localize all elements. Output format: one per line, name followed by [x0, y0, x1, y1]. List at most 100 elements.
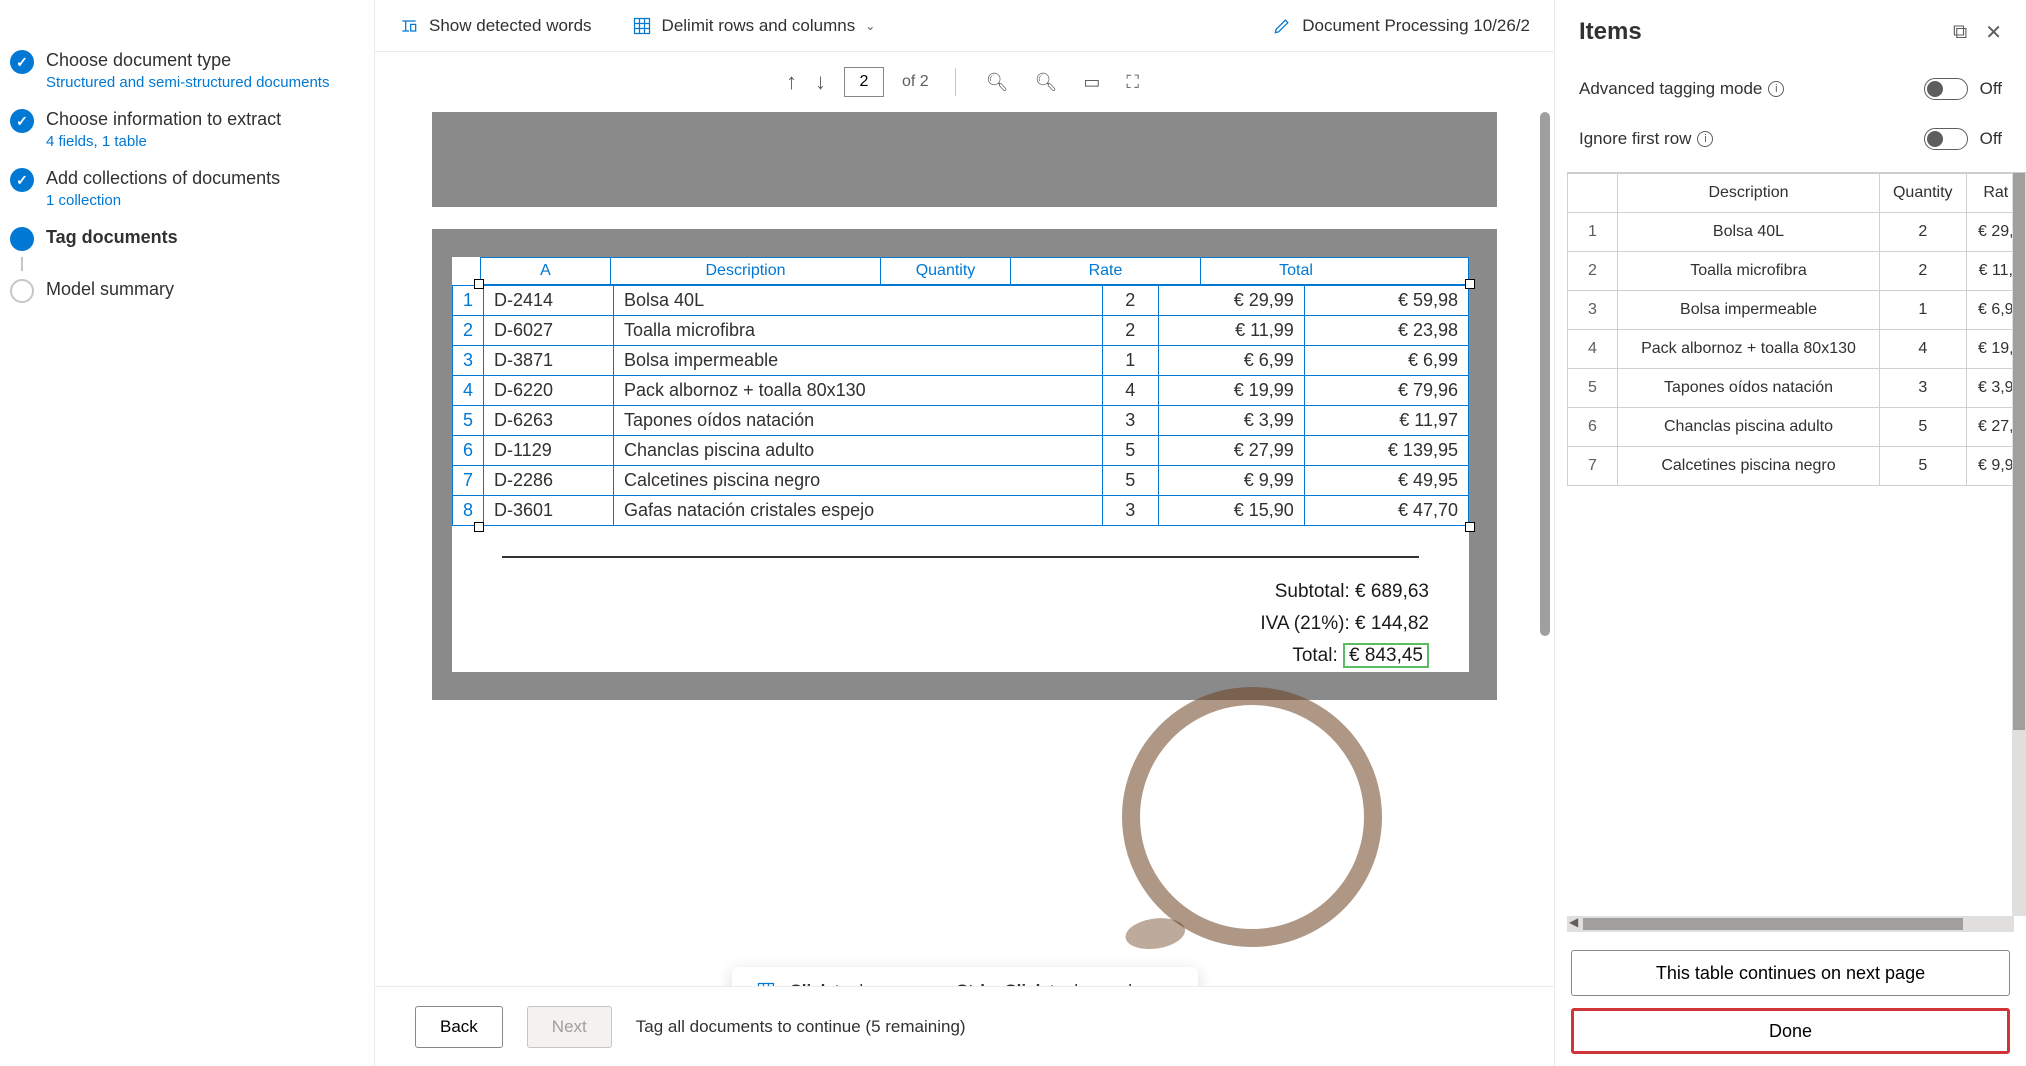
cell-total: € 23,98 — [1304, 316, 1468, 346]
table-row[interactable]: 5D-6263Tapones oídos natación3€ 3,99€ 11… — [453, 406, 1469, 436]
toggle-state: Off — [1980, 79, 2002, 99]
col-header[interactable]: Description — [1618, 174, 1880, 213]
popout-icon[interactable]: ⧉ — [1953, 21, 1967, 44]
cell-description: Toalla microfibra — [614, 316, 1103, 346]
cell-qty: 5 — [1879, 447, 1966, 486]
cell-description: Toalla microfibra — [1618, 252, 1880, 291]
col-header[interactable] — [1568, 174, 1618, 213]
nav-sub: 4 fields, 1 table — [46, 133, 354, 150]
ignore-first-row-toggle-row: Ignore first row i Off — [1555, 114, 2026, 164]
cell-qty: 5 — [1102, 436, 1158, 466]
horizontal-scrollbar[interactable] — [1567, 916, 2014, 932]
document-name-button[interactable]: Document Processing 10/26/2 — [1272, 16, 1530, 36]
fit-page-icon[interactable]: ⛶ — [1126, 72, 1139, 93]
back-button[interactable]: Back — [415, 1006, 503, 1048]
info-icon[interactable]: i — [1768, 81, 1784, 97]
table-row[interactable]: 3Bolsa impermeable1€ 6,9 — [1568, 291, 2026, 330]
nav-step-document-type[interactable]: Choose document type Structured and semi… — [10, 40, 354, 99]
cell-code: D-6027 — [484, 316, 614, 346]
row-number[interactable]: 2 — [453, 316, 484, 346]
col-header[interactable]: A — [481, 258, 611, 284]
cell-qty: 2 — [1102, 316, 1158, 346]
col-header[interactable]: Description — [611, 258, 881, 284]
page-down-arrow-icon[interactable]: ↓ — [815, 69, 826, 95]
table-row[interactable]: 7D-2286Calcetines piscina negro5€ 9,99€ … — [453, 466, 1469, 496]
nav-sub: Structured and semi-structured documents — [46, 74, 354, 91]
row-number[interactable]: 5 — [453, 406, 484, 436]
table-row[interactable]: 5Tapones oídos natación3€ 3,9 — [1568, 369, 2026, 408]
page-up-arrow-icon[interactable]: ↑ — [786, 69, 797, 95]
panel-title: Items — [1579, 18, 1935, 46]
cell-description: Chanclas piscina adulto — [614, 436, 1103, 466]
nav-step-collections[interactable]: Add collections of documents 1 collectio… — [10, 158, 354, 217]
label: Delimit rows and columns — [662, 16, 856, 36]
resize-handle[interactable] — [1465, 522, 1475, 532]
row-number[interactable]: 8 — [453, 496, 484, 526]
cell-code: D-3601 — [484, 496, 614, 526]
table-row[interactable]: 3D-3871Bolsa impermeable1€ 6,99€ 6,99 — [453, 346, 1469, 376]
vertical-scrollbar[interactable] — [2012, 173, 2026, 916]
page-number-input[interactable] — [844, 67, 884, 97]
row-number[interactable]: 6 — [453, 436, 484, 466]
zoom-out-icon[interactable]: 🔍︎ — [986, 72, 1009, 93]
table-row[interactable]: 1D-2414Bolsa 40L2€ 29,99€ 59,98 — [453, 286, 1469, 316]
items-table-scroll[interactable]: DescriptionQuantityRat1Bolsa 40L2€ 29,2T… — [1567, 172, 2026, 916]
close-icon[interactable]: ✕ — [1985, 20, 2002, 45]
resize-handle[interactable] — [474, 522, 484, 532]
nav-step-tag-documents[interactable]: Tag documents — [10, 217, 354, 259]
zoom-in-icon[interactable]: 🔍︎ — [1035, 72, 1058, 93]
table-selection[interactable]: 1D-2414Bolsa 40L2€ 29,99€ 59,982D-6027To… — [452, 285, 1469, 526]
ignore-first-row-toggle[interactable] — [1924, 128, 1968, 150]
table-row[interactable]: 2D-6027Toalla microfibra2€ 11,99€ 23,98 — [453, 316, 1469, 346]
pencil-icon — [1272, 16, 1292, 36]
col-header[interactable]: Quantity — [881, 258, 1011, 284]
table-row[interactable]: 6D-1129Chanclas piscina adulto5€ 27,99€ … — [453, 436, 1469, 466]
col-header[interactable]: Total — [1201, 258, 1391, 284]
resize-handle[interactable] — [1465, 279, 1475, 289]
cell-rate: € 6,99 — [1158, 346, 1304, 376]
advanced-tagging-toggle[interactable] — [1924, 78, 1968, 100]
table-row[interactable]: 4Pack albornoz + toalla 80x1304€ 19, — [1568, 330, 2026, 369]
resize-handle[interactable] — [474, 279, 484, 289]
selection-column-headers: A Description Quantity Rate Total — [480, 257, 1469, 285]
table-row[interactable]: 8D-3601Gafas natación cristales espejo3€… — [453, 496, 1469, 526]
table-row[interactable]: 2Toalla microfibra2€ 11, — [1568, 252, 2026, 291]
table-row[interactable]: 4D-6220Pack albornoz + toalla 80x1304€ 1… — [453, 376, 1469, 406]
current-step-icon — [10, 227, 34, 251]
document-canvas[interactable]: A Description Quantity Rate Total 1D-241… — [375, 112, 1554, 986]
row-number[interactable]: 7 — [453, 466, 484, 496]
col-header[interactable]: Rate — [1011, 258, 1201, 284]
row-number[interactable]: 1 — [453, 286, 484, 316]
cell-total: € 139,95 — [1304, 436, 1468, 466]
show-detected-words-button[interactable]: Show detected words — [399, 16, 592, 36]
cell-description: Pack albornoz + toalla 80x130 — [1618, 330, 1880, 369]
delimit-rows-columns-button[interactable]: Delimit rows and columns ⌄ — [632, 16, 876, 36]
table-row[interactable]: 6Chanclas piscina adulto5€ 27, — [1568, 408, 2026, 447]
nav-title: Add collections of documents — [46, 166, 354, 190]
toggle-label: Advanced tagging mode — [1579, 79, 1762, 99]
row-number: 6 — [1568, 408, 1618, 447]
label: Document Processing 10/26/2 — [1302, 16, 1530, 36]
cell-total: € 6,99 — [1304, 346, 1468, 376]
wizard-nav: Choose document type Structured and semi… — [0, 0, 375, 1066]
cell-code: D-6220 — [484, 376, 614, 406]
vertical-scrollbar[interactable] — [1538, 112, 1552, 986]
nav-step-model-summary[interactable]: Model summary — [10, 269, 354, 311]
row-number[interactable]: 3 — [453, 346, 484, 376]
fit-width-icon[interactable]: ▭ — [1083, 72, 1100, 93]
info-icon[interactable]: i — [1697, 131, 1713, 147]
coffee-stain — [1105, 670, 1399, 964]
nav-step-info-extract[interactable]: Choose information to extract 4 fields, … — [10, 99, 354, 158]
done-button[interactable]: Done — [1571, 1008, 2010, 1054]
col-header[interactable]: Quantity — [1879, 174, 1966, 213]
cell-qty: 3 — [1102, 496, 1158, 526]
table-row[interactable]: 1Bolsa 40L2€ 29, — [1568, 213, 2026, 252]
panel-actions: This table continues on next page Done — [1555, 938, 2026, 1066]
table-row[interactable]: 7Calcetines piscina negro5€ 9,9 — [1568, 447, 2026, 486]
table-draw-icon — [755, 981, 775, 986]
row-number: 7 — [1568, 447, 1618, 486]
row-number: 2 — [1568, 252, 1618, 291]
continues-next-page-button[interactable]: This table continues on next page — [1571, 950, 2010, 996]
cell-qty: 4 — [1879, 330, 1966, 369]
row-number[interactable]: 4 — [453, 376, 484, 406]
